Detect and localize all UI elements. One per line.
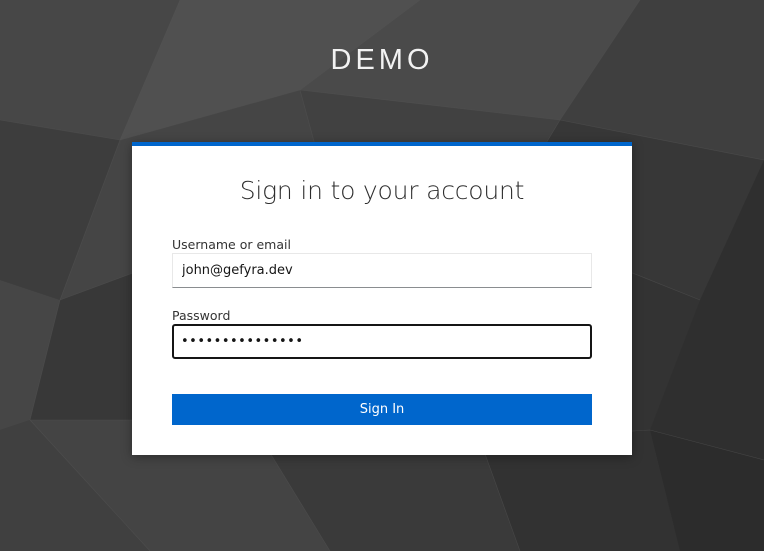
login-card: Sign in to your account Username or emai… [132,142,632,455]
password-input[interactable] [172,324,592,359]
login-heading: Sign in to your account [239,176,525,205]
username-input[interactable] [172,253,592,288]
realm-title: DEMO [330,44,434,76]
sign-in-button[interactable]: Sign In [172,394,592,425]
password-label: Password [172,308,231,323]
username-label: Username or email [172,237,291,252]
